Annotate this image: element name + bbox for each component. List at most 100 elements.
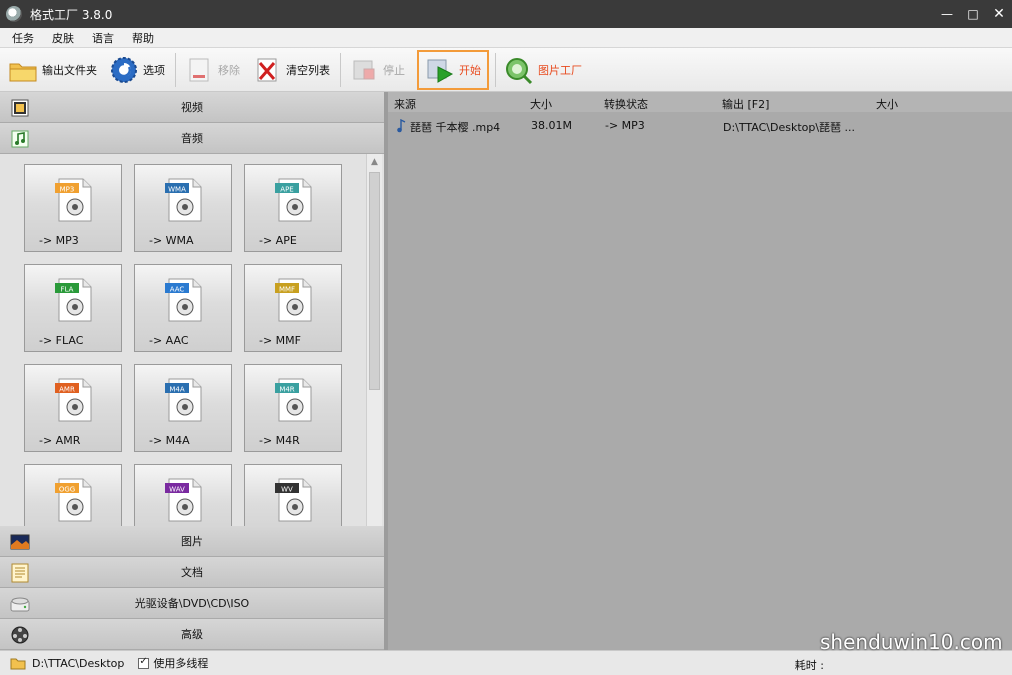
title-bar: 格式工厂 3.8.0 — □ ✕ (0, 0, 1012, 28)
format-tile-label: -> MP3 (39, 234, 79, 247)
output-path[interactable]: D:\TTAC\Desktop (32, 657, 124, 670)
format-tile-amr[interactable]: AMR -> AMR (24, 364, 122, 452)
stop-button[interactable]: 停止 (345, 52, 409, 88)
document-icon (11, 563, 29, 583)
format-tile-fla[interactable]: FLA -> FLAC (24, 264, 122, 352)
format-tag: MP3 (60, 186, 75, 194)
menu-language[interactable]: 语言 (86, 30, 120, 46)
film-icon (11, 99, 29, 117)
format-tile-label: -> WMA (149, 234, 194, 247)
format-tag: MMF (279, 286, 295, 294)
audio-file-icon: MP3 (55, 178, 92, 222)
folder-icon (10, 658, 26, 669)
format-tile-wma[interactable]: WMA -> WMA (134, 164, 232, 252)
audio-file-icon: WV (275, 478, 312, 522)
gear-icon (111, 56, 137, 83)
format-tile-label: -> FLAC (39, 334, 84, 347)
format-tile-m4r[interactable]: M4R -> M4R (244, 364, 342, 452)
category-picture[interactable]: 图片 (0, 526, 384, 557)
stop-icon (353, 60, 375, 79)
toolbar: 输出文件夹 选项 移除 清空列表 停止 开始 图片工厂 (0, 48, 1012, 92)
category-label: 光驱设备\DVD\CD\ISO (134, 597, 250, 610)
disc-drive-icon (10, 597, 30, 612)
play-icon (427, 59, 454, 83)
music-note-icon (11, 130, 29, 148)
audio-file-icon: WAV (165, 478, 202, 522)
format-tile-label: -> M4A (149, 434, 190, 447)
task-list-header: 来源 大小 转换状态 输出 [F2] 大小 (388, 92, 1012, 112)
format-tag: WV (281, 486, 293, 494)
menu-task[interactable]: 任务 (6, 30, 40, 46)
music-note-icon (397, 119, 406, 133)
multithread-checkbox[interactable] (138, 656, 150, 669)
format-tile-ape[interactable]: APE -> APE (244, 164, 342, 252)
toolbar-separator (340, 52, 341, 87)
window-controls: — □ ✕ (934, 0, 1012, 28)
category-label: 高级 (181, 628, 203, 641)
reel-icon (11, 626, 29, 644)
menu-help[interactable]: 帮助 (126, 30, 160, 46)
header-output-size[interactable]: 大小 (876, 96, 898, 112)
header-size[interactable]: 大小 (530, 96, 552, 112)
remove-icon (189, 58, 209, 81)
maximize-button[interactable]: □ (960, 0, 986, 28)
row-size: 38.01M (531, 119, 572, 132)
picture-factory-icon (506, 57, 533, 84)
format-tile-label: -> AAC (149, 334, 189, 347)
format-tile-label: -> MMF (259, 334, 301, 347)
format-tile-label: -> M4R (259, 434, 300, 447)
scroll-thumb[interactable] (369, 172, 380, 390)
task-list: 来源 大小 转换状态 输出 [F2] 大小 琵琶 千本樱 .mp4 38.01M… (388, 92, 1012, 650)
minimize-button[interactable]: — (934, 0, 960, 28)
window-title: 格式工厂 3.8.0 (30, 7, 113, 22)
category-advanced[interactable]: 高级 (0, 619, 384, 650)
clear-list-icon (257, 58, 277, 81)
row-source: 琵琶 千本樱 .mp4 (410, 121, 501, 134)
category-label: 图片 (181, 535, 203, 548)
format-tag: AMR (59, 386, 75, 394)
folder-icon (9, 63, 37, 81)
format-tile-mmf[interactable]: MMF -> MMF (244, 264, 342, 352)
table-row[interactable]: 琵琶 千本樱 .mp4 38.01M -> MP3 D:\TTAC\Deskto… (388, 116, 1012, 136)
format-tile-label: -> AMR (39, 434, 81, 447)
header-source[interactable]: 来源 (394, 96, 416, 112)
format-tag: WAV (169, 486, 185, 494)
format-tag: OGG (59, 486, 75, 494)
header-status[interactable]: 转换状态 (604, 96, 648, 112)
watermark: shenduwin10.com (820, 630, 1003, 654)
menu-skin[interactable]: 皮肤 (46, 30, 80, 46)
format-tile-aac[interactable]: AAC -> AAC (134, 264, 232, 352)
category-label: 文档 (181, 566, 203, 579)
format-tile-label: -> APE (259, 234, 297, 247)
remove-button[interactable]: 移除 (180, 52, 244, 88)
category-document[interactable]: 文档 (0, 557, 384, 588)
format-tile-m4a[interactable]: M4A -> M4A (134, 364, 232, 452)
header-output[interactable]: 输出 [F2] (722, 96, 769, 112)
format-tile-mp3[interactable]: MP3 -> MP3 (24, 164, 122, 252)
multithread-label: 使用多线程 (153, 657, 209, 670)
close-button[interactable]: ✕ (986, 0, 1012, 28)
category-audio[interactable]: 音频 (0, 123, 384, 154)
category-video[interactable]: 视频 (0, 92, 384, 123)
audio-file-icon: APE (275, 178, 312, 222)
format-tag: M4R (279, 386, 294, 394)
app-icon (6, 6, 22, 22)
output-folder-button[interactable]: 输出文件夹 (4, 52, 101, 88)
category-label: 视频 (181, 101, 203, 114)
audio-file-icon: FLA (55, 278, 92, 322)
row-status: -> MP3 (605, 119, 645, 132)
format-tag: APE (280, 186, 293, 194)
audio-file-icon: M4R (275, 378, 312, 422)
format-tag: M4A (169, 386, 184, 394)
start-button[interactable]: 开始 (417, 49, 489, 90)
options-button[interactable]: 选项 (105, 52, 169, 88)
clear-list-button[interactable]: 清空列表 (248, 52, 334, 88)
category-optical-drive[interactable]: 光驱设备\DVD\CD\ISO (0, 588, 384, 619)
toolbar-separator (175, 52, 176, 87)
picture-icon (10, 534, 30, 550)
format-tag: AAC (170, 286, 185, 294)
audio-file-icon: M4A (165, 378, 202, 422)
audio-file-icon: WMA (165, 178, 202, 222)
scroll-up-arrow-icon[interactable]: ▲ (367, 154, 382, 169)
picture-factory-button[interactable]: 图片工厂 (500, 52, 586, 88)
